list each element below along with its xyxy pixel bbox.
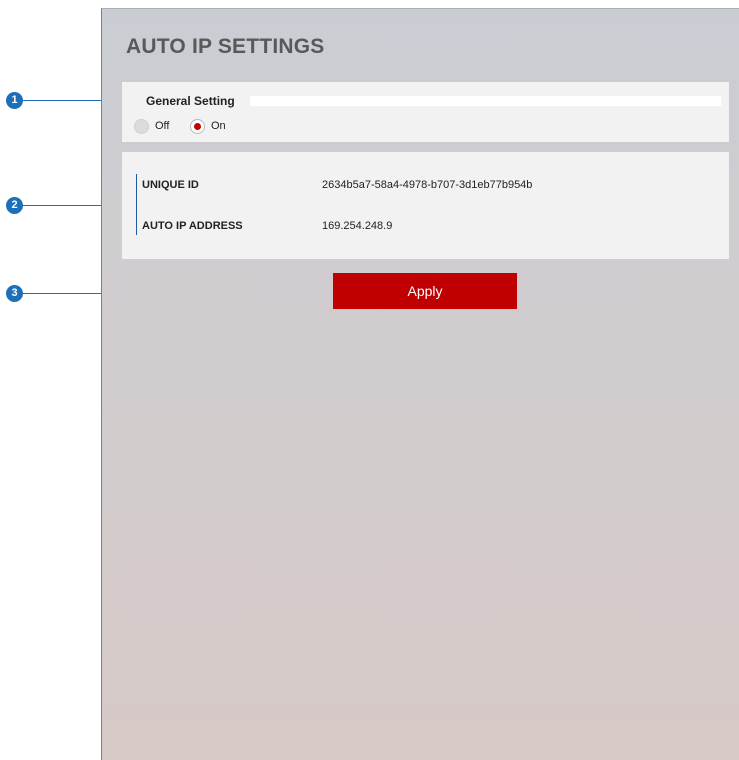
radio-off-circle[interactable] [134,118,149,134]
unique-id-value: 2634b5a7-58a4-4978-b707-3d1eb77b954b [322,179,533,191]
unique-id-row: UNIQUE ID 2634b5a7-58a4-4978-b707-3d1eb77… [142,179,532,191]
section-divider [250,96,721,106]
auto-ip-label: AUTO IP ADDRESS [142,220,243,232]
unique-id-label: UNIQUE ID [142,179,199,191]
callout-2: 2 [6,197,23,214]
general-setting-label: General Setting [146,94,235,108]
settings-panel: AUTO IP SETTINGS General Setting Off On … [101,8,739,760]
apply-button[interactable]: Apply [333,273,517,309]
general-setting-section: General Setting Off On [122,82,729,142]
radio-off[interactable]: Off [134,118,169,134]
auto-ip-value: 169.254.248.9 [322,220,393,232]
radio-on[interactable]: On [190,118,226,134]
radio-on-label: On [211,120,226,132]
auto-ip-row: AUTO IP ADDRESS 169.254.248.9 [142,220,392,232]
radio-on-circle[interactable] [190,118,205,134]
auto-ip-info-section: UNIQUE ID 2634b5a7-58a4-4978-b707-3d1eb77… [122,152,729,259]
callout-3: 3 [6,285,23,302]
info-bracket-line [136,174,137,235]
radio-off-label: Off [155,120,170,132]
page-title: AUTO IP SETTINGS [126,35,325,58]
callout-1: 1 [6,92,23,109]
